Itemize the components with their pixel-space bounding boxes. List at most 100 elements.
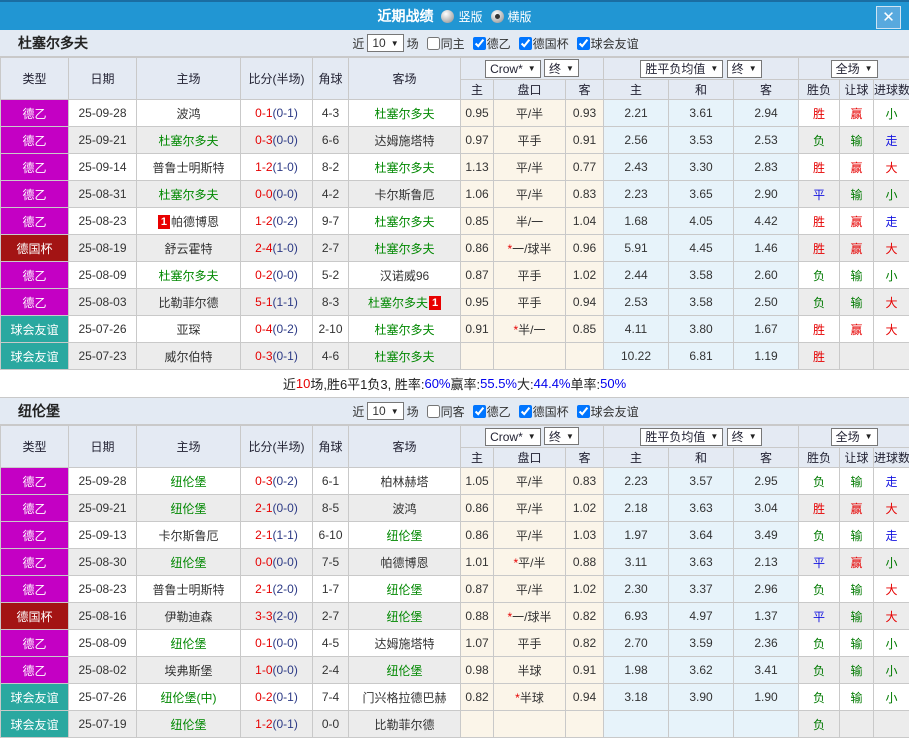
friendly-checkbox[interactable] <box>576 36 590 50</box>
league2-checkbox[interactable] <box>472 404 486 418</box>
odds-time-dropdown[interactable]: 终 ▼ <box>544 59 579 78</box>
home-team-cell: 埃弗斯堡 <box>136 656 241 684</box>
mean-home-cell: 10.22 <box>603 342 669 370</box>
mean-home-cell: 1.68 <box>603 207 669 235</box>
away-team-cell: 门兴格拉德巴赫 <box>348 683 461 711</box>
home-team-cell: 卡尔斯鲁厄 <box>136 521 241 549</box>
same-venue-checkbox[interactable] <box>426 404 440 418</box>
chevron-down-icon: ▼ <box>527 64 536 74</box>
halftime-score: (0-2) <box>272 322 298 336</box>
goals-result-cell: 走 <box>873 521 909 549</box>
odds-company-dropdown[interactable]: Crow* ▼ <box>485 427 541 446</box>
mean-draw-cell: 3.90 <box>668 683 734 711</box>
scope-dropdown[interactable]: 全场 ▼ <box>830 59 878 78</box>
mean-type-dropdown[interactable]: 胜平负均值 ▼ <box>640 427 724 446</box>
home-odds-cell: 0.85 <box>460 207 494 235</box>
score-cell: 2-1(1-1) <box>240 521 313 549</box>
home-team-cell: 亚琛 <box>136 315 241 343</box>
close-button[interactable]: ✕ <box>876 6 901 29</box>
summary-segment: 55.5% <box>480 376 517 391</box>
corner-cell: 8-2 <box>312 153 349 181</box>
mean-time-dropdown[interactable]: 终 ▼ <box>726 59 762 78</box>
handicap-cell: *一/球半 <box>493 234 566 262</box>
summary-segment: 50% <box>600 376 627 391</box>
header-let: 让球 <box>839 447 875 468</box>
corner-cell: 4-5 <box>312 629 349 657</box>
score-cell: 0-0(0-0) <box>240 548 313 576</box>
away-team-name: 纽伦堡 <box>386 609 423 624</box>
match-count-select[interactable]: 10 ▼ <box>367 34 404 52</box>
league-filter-dfb-pokal[interactable]: 德国杯 <box>514 35 569 52</box>
result-cell: 负 <box>798 521 841 549</box>
handicap-cell <box>493 342 566 370</box>
same-venue-filter[interactable]: 同客 <box>422 403 465 420</box>
handicap-result-cell: 输 <box>839 467 875 495</box>
home-odds-cell: 1.07 <box>460 629 494 657</box>
header-odds-away: 客 <box>565 79 604 100</box>
home-odds-cell: 0.95 <box>460 99 494 127</box>
away-odds-cell: 0.82 <box>565 629 604 657</box>
league-filter-bundesliga2[interactable]: 德乙 <box>468 35 511 52</box>
match-date-cell: 25-09-21 <box>68 494 137 522</box>
league-type-cell: 德乙 <box>0 207 69 235</box>
mean-home-cell: 3.18 <box>603 683 669 711</box>
mean-home-cell: 2.23 <box>603 467 669 495</box>
layout-radio-vertical[interactable]: 竖版 <box>441 8 483 25</box>
mean-draw-cell: 4.45 <box>668 234 734 262</box>
mean-type-dropdown[interactable]: 胜平负均值 ▼ <box>640 59 724 78</box>
league-filter-friendly[interactable]: 球会友谊 <box>572 403 639 420</box>
league-filter-bundesliga2[interactable]: 德乙 <box>468 403 511 420</box>
mean-draw-cell: 3.53 <box>668 126 734 154</box>
corner-cell: 6-6 <box>312 126 349 154</box>
match-row: 德乙 25-08-23 普鲁士明斯特 2-1(2-0) 1-7 纽伦堡 0.87 平/半 1.0… <box>0 575 909 603</box>
same-venue-checkbox[interactable] <box>426 36 440 50</box>
same-venue-filter[interactable]: 同主 <box>422 35 465 52</box>
score-cell: 1-2(1-0) <box>240 153 313 181</box>
halftime-score: (0-0) <box>272 636 298 650</box>
league2-label: 德乙 <box>486 404 511 419</box>
handicap-result-cell: 输 <box>839 126 875 154</box>
away-team-name: 杜塞尔多夫 <box>374 214 435 229</box>
away-odds-cell: 0.88 <box>565 548 604 576</box>
radio-vertical-label: 竖版 <box>458 9 483 24</box>
header-result: 胜负 <box>798 447 841 468</box>
odds-time-dropdown[interactable]: 终 ▼ <box>544 427 579 446</box>
goals-result-cell: 大 <box>873 315 909 343</box>
handicap-cell: 平/半 <box>493 575 566 603</box>
goals-result-cell: 大 <box>873 602 909 630</box>
cup-checkbox[interactable] <box>518 36 532 50</box>
league2-checkbox[interactable] <box>472 36 486 50</box>
mean-home-cell: 6.93 <box>603 602 669 630</box>
league-filter-dfb-pokal[interactable]: 德国杯 <box>514 403 569 420</box>
match-count-select[interactable]: 10 ▼ <box>367 402 404 420</box>
league-filter-friendly[interactable]: 球会友谊 <box>572 35 639 52</box>
home-team-name: 帕德博恩 <box>170 214 219 229</box>
handicap-result-cell: 输 <box>839 521 875 549</box>
goals-result-cell: 走 <box>873 126 909 154</box>
mean-draw-cell: 4.05 <box>668 207 734 235</box>
team-section-dusseldorf: 杜塞尔多夫 近 10 ▼ 场 同主 德乙 德国杯 球会友谊 类型 日期 主场 比… <box>0 30 909 398</box>
match-row: 德乙 25-08-31 杜塞尔多夫 0-0(0-0) 4-2 卡尔斯鲁厄 1.06 平/半 0.… <box>0 180 909 208</box>
league-type-cell: 德乙 <box>0 467 69 495</box>
result-cell: 负 <box>798 575 841 603</box>
away-odds-cell: 0.77 <box>565 153 604 181</box>
mean-time-dropdown[interactable]: 终 ▼ <box>726 427 762 446</box>
home-team-cell: 1 帕德博恩 <box>136 207 241 235</box>
layout-radio-horizontal[interactable]: 横版 <box>490 8 532 25</box>
league-type-cell: 德乙 <box>0 521 69 549</box>
games-label: 场 <box>406 404 419 419</box>
away-odds-cell: 0.94 <box>565 683 604 711</box>
league-type-cell: 德乙 <box>0 656 69 684</box>
changed-odds-asterisk: * <box>507 609 513 624</box>
away-team-name: 达姆施塔特 <box>374 133 435 148</box>
away-team-cell: 杜塞尔多夫 <box>348 342 461 370</box>
friendly-checkbox[interactable] <box>576 404 590 418</box>
goals-result-cell: 走 <box>873 467 909 495</box>
odds-company-dropdown[interactable]: Crow* ▼ <box>485 59 541 78</box>
handicap-result-cell: 输 <box>839 575 875 603</box>
scope-dropdown[interactable]: 全场 ▼ <box>830 427 878 446</box>
away-team-name: 杜塞尔多夫 <box>374 241 435 256</box>
cup-checkbox[interactable] <box>518 404 532 418</box>
handicap-cell: *一/球半 <box>493 602 566 630</box>
corner-cell: 2-10 <box>312 315 349 343</box>
